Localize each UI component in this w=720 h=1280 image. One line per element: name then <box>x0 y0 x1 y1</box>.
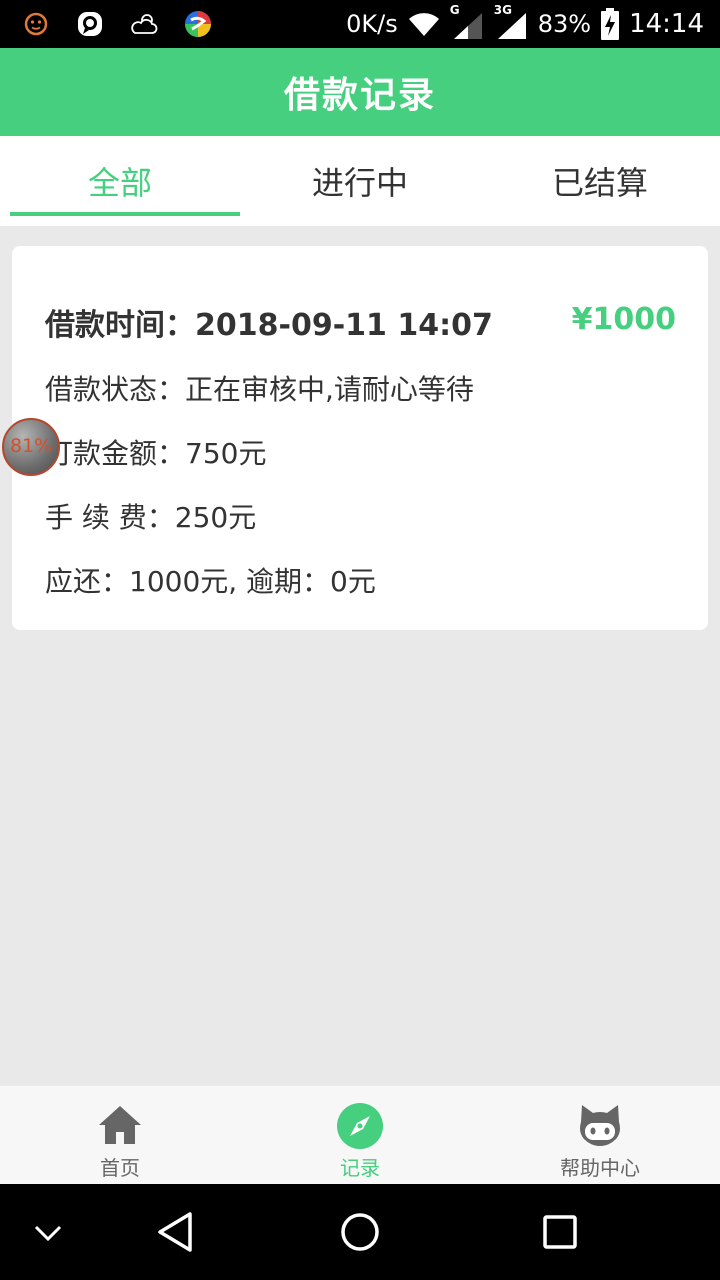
chat-app-icon <box>78 12 102 36</box>
signal-g: G <box>450 3 484 39</box>
tab-label: 进行中 <box>311 164 408 202</box>
tab-settled[interactable]: 已结算 <box>480 136 720 226</box>
service-fee: 手 续 费：250元 <box>45 501 257 534</box>
nav-label: 首页 <box>100 1156 140 1180</box>
filter-tabs: 全部 进行中 已结算 <box>0 136 720 226</box>
loan-status: 借款状态：正在审核中,请耐心等待 <box>45 373 474 406</box>
nav-label: 帮助中心 <box>560 1156 640 1180</box>
floating-memory-ball[interactable]: 81% <box>2 418 60 476</box>
back-icon[interactable] <box>152 1208 200 1256</box>
nav-home[interactable]: 首页 <box>0 1086 240 1184</box>
home-circle-icon[interactable] <box>336 1208 384 1256</box>
active-tab-indicator <box>10 212 240 216</box>
bottom-nav: 首页 记录 帮助中心 <box>0 1086 720 1184</box>
signal-3g: 3G <box>494 3 528 39</box>
tab-in-progress[interactable]: 进行中 <box>240 136 480 226</box>
page-title: 借款记录 <box>283 75 436 116</box>
payout-amount: 打款金额：750元 <box>45 437 267 470</box>
app-header: 借款记录 <box>0 48 720 136</box>
battery-charging-icon <box>601 8 620 40</box>
face-icon <box>24 12 48 36</box>
app-ball-icon <box>185 11 211 37</box>
network-speed: 0K/s <box>346 10 398 38</box>
recent-apps-icon[interactable] <box>536 1208 584 1256</box>
collapse-chevron-icon[interactable] <box>24 1208 72 1256</box>
nav-label: 记录 <box>340 1156 380 1180</box>
signal-icon <box>453 13 482 39</box>
nav-records[interactable]: 记录 <box>240 1086 480 1184</box>
home-icon <box>99 1106 141 1144</box>
system-nav-bar <box>0 1184 720 1280</box>
notification-icons <box>20 8 214 40</box>
tab-label: 全部 <box>87 164 152 202</box>
weather-cloud-icon <box>131 14 158 34</box>
loan-record-card[interactable]: 借款时间：2018-09-11 14:07 ¥1000 借款状态：正在审核中,请… <box>12 246 708 630</box>
cat-icon <box>580 1105 620 1146</box>
loan-amount: ¥1000 <box>571 302 676 337</box>
status-bar: 0K/s G 3G 83% 14:14 <box>0 0 720 48</box>
tab-label: 已结算 <box>551 164 648 202</box>
nav-help-center[interactable]: 帮助中心 <box>480 1086 720 1184</box>
repayment-info: 应还：1000元, 逾期：0元 <box>45 565 376 598</box>
battery-percent: 83% <box>537 10 592 38</box>
tab-all[interactable]: 全部 <box>0 136 240 226</box>
signal-3g-icon <box>497 13 526 39</box>
floating-ball-percent: 81% <box>10 435 53 457</box>
wifi-icon <box>408 13 439 36</box>
loan-time: 借款时间：2018-09-11 14:07 <box>45 308 493 343</box>
compass-icon <box>337 1103 383 1149</box>
clock: 14:14 <box>629 9 704 39</box>
